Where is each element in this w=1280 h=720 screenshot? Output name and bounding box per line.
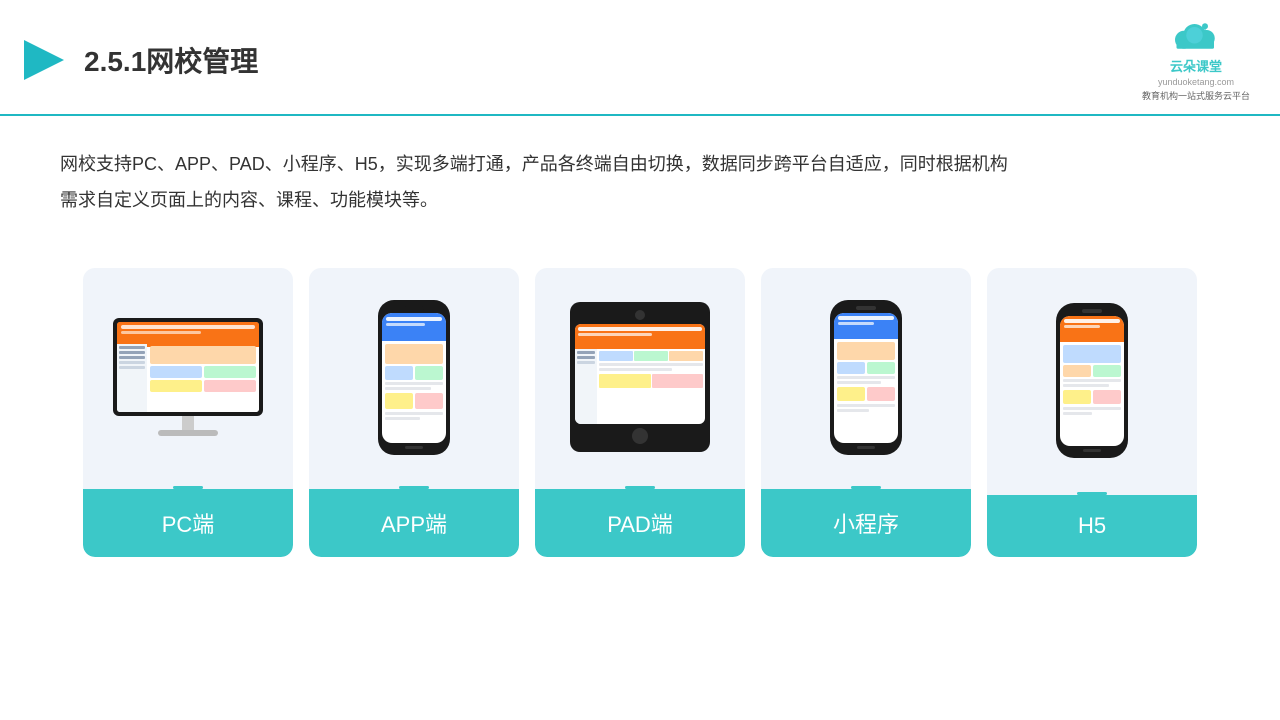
miniprogram-card: 小程序 [761,268,971,557]
cards-container: PC端 [0,238,1280,587]
h5-label: H5 [987,495,1197,557]
header: 2.5.1网校管理 云朵课堂 yunduoketang.com 教育机构一站式服… [0,0,1280,116]
app-device [378,300,450,455]
play-icon [20,36,68,84]
page-title: 2.5.1网校管理 [84,40,258,80]
app-label: APP端 [309,489,519,557]
pad-card: PAD端 [535,268,745,557]
pc-image-area [83,268,293,478]
pad-label: PAD端 [535,489,745,557]
cloud-logo-icon [1166,18,1226,54]
h5-device [1056,303,1128,458]
logo-url: yunduoketang.com [1158,77,1234,87]
pad-image-area [535,268,745,478]
description-text: 网校支持PC、APP、PAD、小程序、H5，实现多端打通，产品各终端自由切换，数… [60,154,1008,174]
h5-card: H5 [987,268,1197,557]
pad-device [570,302,710,452]
description-text-2: 需求自定义页面上的内容、课程、功能模块等。 [60,190,438,210]
pc-label: PC端 [83,489,293,557]
pc-device [113,318,263,436]
header-left: 2.5.1网校管理 [20,36,258,84]
app-card: APP端 [309,268,519,557]
miniprogram-device [830,300,902,455]
miniprogram-image-area [761,268,971,478]
description: 网校支持PC、APP、PAD、小程序、H5，实现多端打通，产品各终端自由切换，数… [0,116,1280,228]
logo-area: 云朵课堂 yunduoketang.com 教育机构一站式服务云平台 [1142,18,1250,102]
logo-name: 云朵课堂 [1170,56,1222,75]
h5-image-area [987,268,1197,484]
app-image-area [309,268,519,478]
logo-tagline: 教育机构一站式服务云平台 [1142,89,1250,102]
miniprogram-label: 小程序 [761,489,971,557]
pc-card: PC端 [83,268,293,557]
